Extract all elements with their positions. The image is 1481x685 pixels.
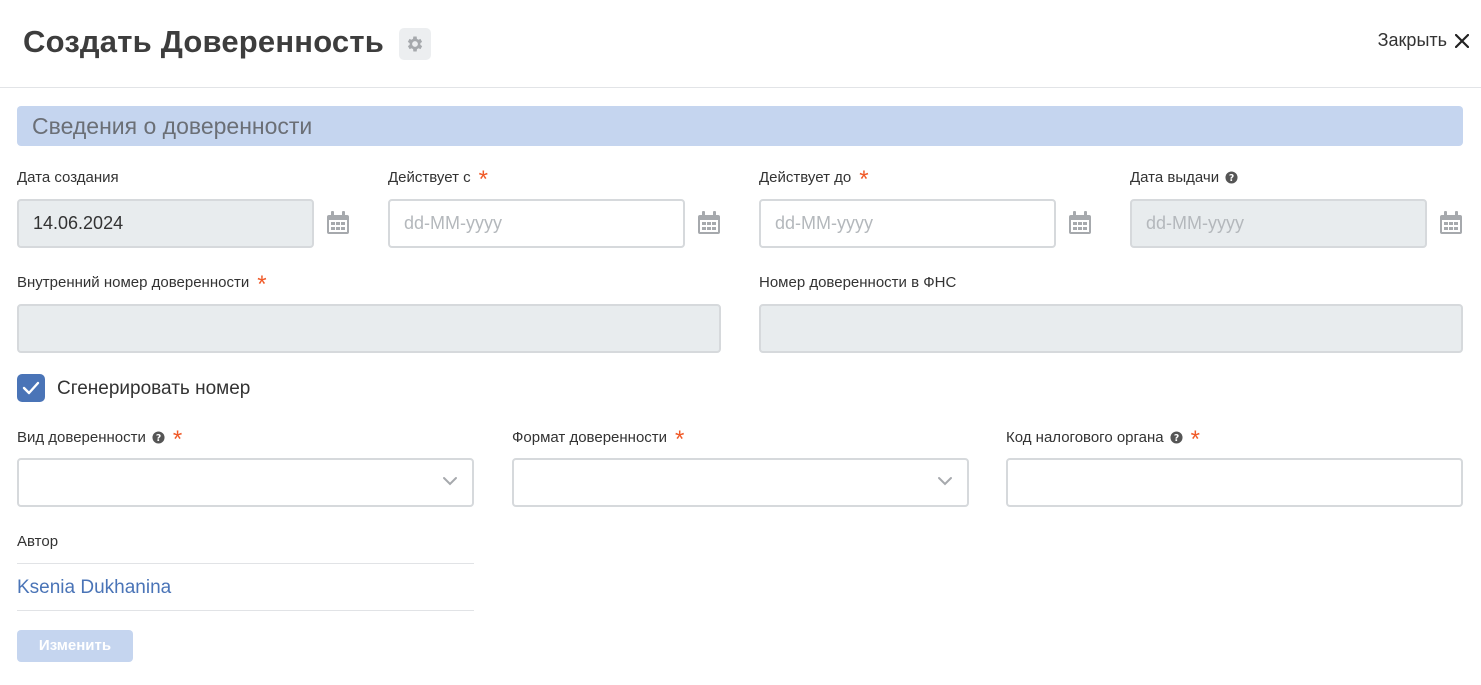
internal-number-label-text: Внутренний номер доверенности: [17, 274, 250, 291]
svg-text:?: ?: [156, 433, 161, 444]
question-circle-icon[interactable]: ?: [1170, 431, 1183, 444]
author-link[interactable]: Ksenia Dukhanina: [17, 577, 171, 599]
poa-type-select[interactable]: [17, 458, 474, 507]
poa-format-label: Формат доверенности *: [512, 426, 685, 453]
poa-format-select[interactable]: [512, 458, 969, 507]
close-label: Закрыть: [1377, 30, 1447, 50]
generate-number-checkbox[interactable]: [17, 374, 45, 402]
valid-from-label: Действует с *: [388, 166, 488, 193]
tax-code-field[interactable]: [1006, 458, 1463, 507]
required-mark: *: [1190, 426, 1200, 453]
fns-number-field[interactable]: [759, 304, 1463, 353]
poa-type-label-text: Вид доверенности: [17, 429, 146, 446]
settings-button[interactable]: [399, 28, 431, 60]
required-mark: *: [172, 426, 183, 453]
valid-to-label-text: Действует до: [759, 169, 852, 186]
required-mark: *: [859, 166, 869, 193]
internal-number-label: Внутренний номер доверенности *: [17, 271, 267, 298]
gear-icon: [407, 36, 423, 52]
question-circle-icon[interactable]: ?: [1225, 171, 1238, 184]
issue-date-label: Дата выдачи ?: [1130, 169, 1238, 186]
created-date-field[interactable]: 14.06.2024: [17, 199, 314, 248]
internal-number-field[interactable]: [17, 304, 721, 353]
valid-to-field[interactable]: dd-MM-yyyy: [759, 199, 1056, 248]
chevron-down-icon: [938, 477, 952, 486]
created-date-label-text: Дата создания: [17, 169, 119, 186]
edit-button[interactable]: Изменить: [17, 630, 133, 662]
fns-number-label-text: Номер доверенности в ФНС: [759, 274, 957, 291]
question-circle-icon[interactable]: ?: [152, 431, 165, 444]
tax-code-label: Код налогового органа ? *: [1006, 426, 1200, 453]
calendar-icon[interactable]: [696, 210, 722, 236]
required-mark: *: [478, 166, 488, 193]
calendar-icon[interactable]: [1067, 210, 1093, 236]
valid-to-placeholder: dd-MM-yyyy: [775, 213, 873, 233]
svg-text:?: ?: [1173, 433, 1178, 444]
fns-number-label: Номер доверенности в ФНС: [759, 274, 956, 291]
author-label: Автор: [17, 533, 58, 550]
issue-date-placeholder: dd-MM-yyyy: [1146, 213, 1244, 233]
page-title: Создать Доверенность: [23, 24, 385, 59]
issue-date-label-text: Дата выдачи: [1130, 169, 1220, 186]
section-title: Сведения о доверенности: [17, 106, 1463, 146]
author-label-text: Автор: [17, 533, 59, 550]
divider: [17, 563, 474, 564]
valid-to-label: Действует до *: [759, 166, 869, 193]
tax-code-label-text: Код налогового органа: [1006, 429, 1164, 446]
valid-from-field[interactable]: dd-MM-yyyy: [388, 199, 685, 248]
created-date-label: Дата создания: [17, 169, 119, 186]
generate-number-label[interactable]: Сгенерировать номер: [57, 378, 250, 400]
poa-type-label: Вид доверенности ? *: [17, 426, 183, 453]
poa-format-label-text: Формат доверенности: [512, 429, 668, 446]
calendar-icon[interactable]: [1438, 210, 1464, 236]
check-icon: [22, 381, 40, 395]
divider: [17, 610, 474, 611]
required-mark: *: [257, 271, 267, 298]
dialog-header: Создать Доверенность Закрыть: [0, 0, 1481, 88]
valid-from-label-text: Действует с: [388, 169, 471, 186]
close-icon: [1455, 33, 1469, 48]
svg-text:?: ?: [1229, 173, 1234, 184]
close-button[interactable]: Закрыть: [1378, 30, 1469, 51]
required-mark: *: [675, 426, 685, 453]
calendar-icon[interactable]: [325, 210, 351, 236]
issue-date-field[interactable]: dd-MM-yyyy: [1130, 199, 1427, 248]
chevron-down-icon: [443, 477, 457, 486]
valid-from-placeholder: dd-MM-yyyy: [404, 213, 502, 233]
